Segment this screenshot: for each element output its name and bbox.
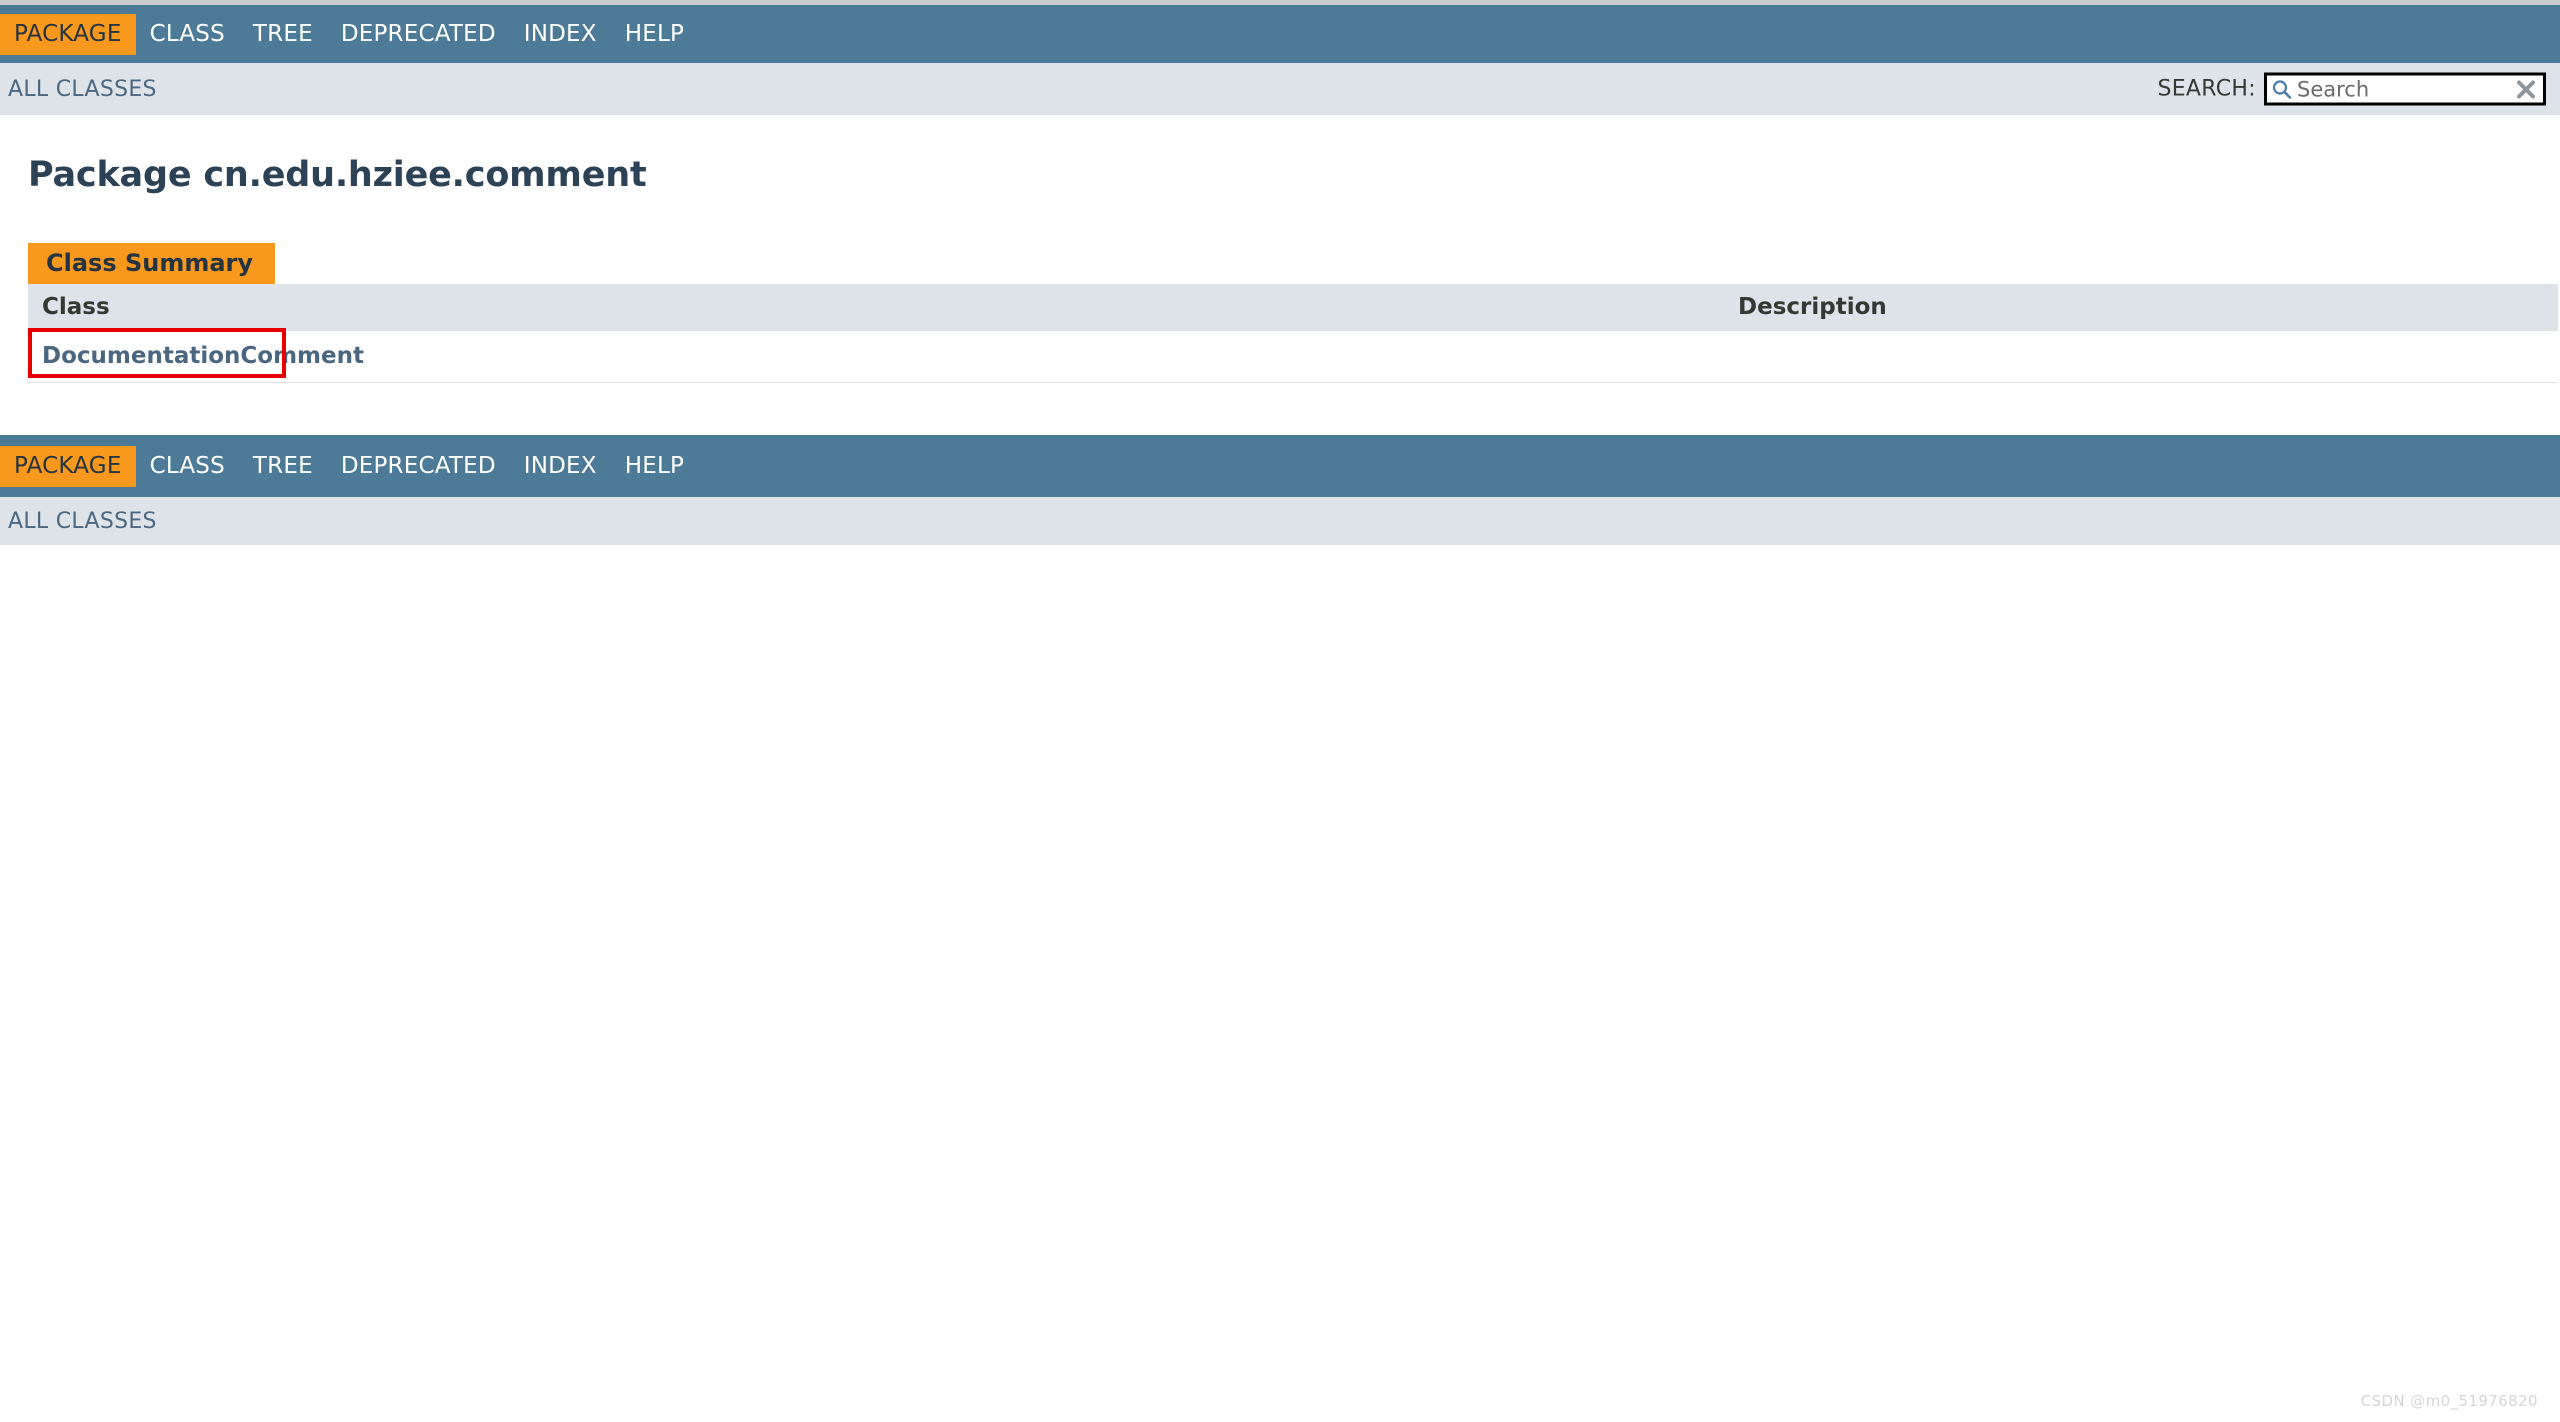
top-sub-navigation-bar: ALL CLASSES SEARCH: — [0, 63, 2560, 115]
class-summary-table: Class Description DocumentationComment — [28, 284, 2558, 383]
nav-item-class-bottom[interactable]: CLASS — [136, 454, 239, 478]
nav-item-package-bottom[interactable]: PACKAGE — [0, 445, 136, 487]
search-icon — [2272, 79, 2292, 99]
nav-item-index-bottom[interactable]: INDEX — [510, 454, 611, 478]
top-navigation-bar: PACKAGE CLASS TREE DEPRECATED INDEX HELP — [0, 5, 2560, 63]
content-bottom-spacer — [0, 383, 2560, 435]
bottom-nav-list: PACKAGE CLASS TREE DEPRECATED INDEX HELP — [0, 435, 698, 497]
nav-item-tree-bottom[interactable]: TREE — [239, 454, 327, 478]
nav-item-help-top[interactable]: HELP — [611, 22, 698, 46]
top-nav-list: PACKAGE CLASS TREE DEPRECATED INDEX HELP — [0, 5, 698, 63]
cell-description — [1724, 331, 2558, 383]
class-link-documentationcomment[interactable]: DocumentationComment — [42, 343, 364, 369]
class-summary-caption: Class Summary — [28, 243, 276, 284]
search-area: SEARCH: — [2157, 72, 2546, 106]
search-label: SEARCH: — [2157, 76, 2256, 102]
nav-item-help-bottom[interactable]: HELP — [611, 454, 698, 478]
nav-item-deprecated-top[interactable]: DEPRECATED — [327, 22, 510, 46]
table-header-row: Class Description — [28, 284, 2558, 331]
column-header-class: Class — [28, 284, 1724, 331]
nav-item-deprecated-bottom[interactable]: DEPRECATED — [327, 454, 510, 478]
search-box[interactable] — [2264, 72, 2546, 106]
watermark-text: CSDN @m0_51976820 — [2360, 1392, 2538, 1410]
nav-item-tree-top[interactable]: TREE — [239, 22, 327, 46]
clear-x-icon[interactable] — [2515, 78, 2537, 100]
main-content: Package cn.edu.hziee.comment Class Summa… — [0, 115, 2560, 435]
bottom-sub-navigation-bar: ALL CLASSES — [0, 497, 2560, 545]
all-classes-link-bottom[interactable]: ALL CLASSES — [0, 509, 157, 534]
nav-item-index-top[interactable]: INDEX — [510, 22, 611, 46]
page-title: Package cn.edu.hziee.comment — [28, 155, 647, 195]
class-summary-section: Class Summary Class Description Document… — [28, 243, 2558, 383]
nav-item-class-top[interactable]: CLASS — [136, 22, 239, 46]
search-input[interactable] — [2297, 77, 2515, 101]
table-row: DocumentationComment — [28, 331, 2558, 383]
all-classes-link-top[interactable]: ALL CLASSES — [0, 77, 157, 102]
nav-item-package-top[interactable]: PACKAGE — [0, 13, 136, 55]
cell-class-name: DocumentationComment — [28, 331, 1724, 383]
column-header-description: Description — [1724, 284, 2558, 331]
bottom-navigation-bar: PACKAGE CLASS TREE DEPRECATED INDEX HELP — [0, 435, 2560, 497]
